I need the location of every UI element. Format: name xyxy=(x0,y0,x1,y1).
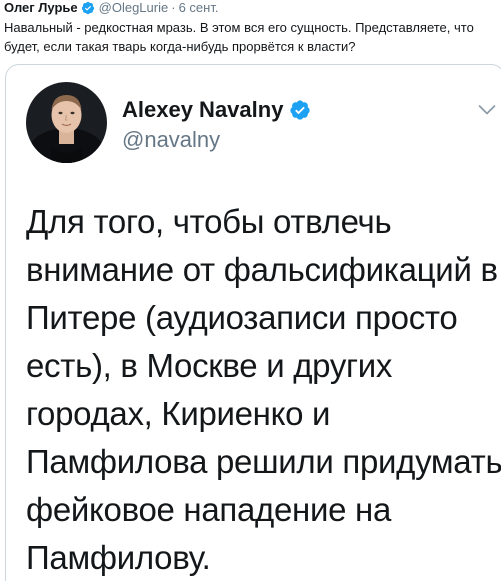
outer-tweet-header: Олег Лурье @OlegLurie · 6 сент. xyxy=(4,0,218,16)
quoted-text-line: городах, Кириенко и xyxy=(26,395,331,432)
header-separator: · xyxy=(171,0,176,15)
quoted-author-handle[interactable]: @navalny xyxy=(122,127,220,153)
quoted-text-line: Питере (аудиозаписи просто xyxy=(26,299,458,336)
tweet-date[interactable]: 6 сент. xyxy=(179,0,219,16)
outer-tweet-text: Навальный - редкостная мразь. В этом вся… xyxy=(4,20,474,54)
quoted-text-line: есть), в Москве и других xyxy=(26,347,393,384)
verified-badge-icon xyxy=(81,1,95,15)
quoted-text-line: внимание от фальсификаций в xyxy=(26,251,498,288)
quoted-text-line: Памфилову. xyxy=(26,539,211,576)
quoted-author-name[interactable]: Alexey Navalny xyxy=(122,97,283,123)
quoted-tweet-card[interactable]: Alexey Navalny @navalny Для того, чтобы … xyxy=(5,64,501,581)
verified-badge-icon xyxy=(289,99,311,121)
quoted-text-line: фейковое нападение на xyxy=(26,491,391,528)
avatar[interactable] xyxy=(26,82,107,163)
quoted-author-row: Alexey Navalny xyxy=(122,97,311,123)
outer-author-name[interactable]: Олег Лурье xyxy=(4,0,78,16)
quoted-tweet-text: Для того, чтобы отвлечь внимание от фаль… xyxy=(26,198,501,581)
outer-author-handle[interactable]: @OlegLurie xyxy=(99,0,169,16)
quoted-text-line: Для того, чтобы отвлечь xyxy=(26,203,392,240)
chevron-down-icon[interactable] xyxy=(478,103,496,115)
tweet-screenshot: Олег Лурье @OlegLurie · 6 сент. Навальны… xyxy=(0,0,501,581)
quoted-text-line: Памфилова решили придумать xyxy=(26,443,501,480)
